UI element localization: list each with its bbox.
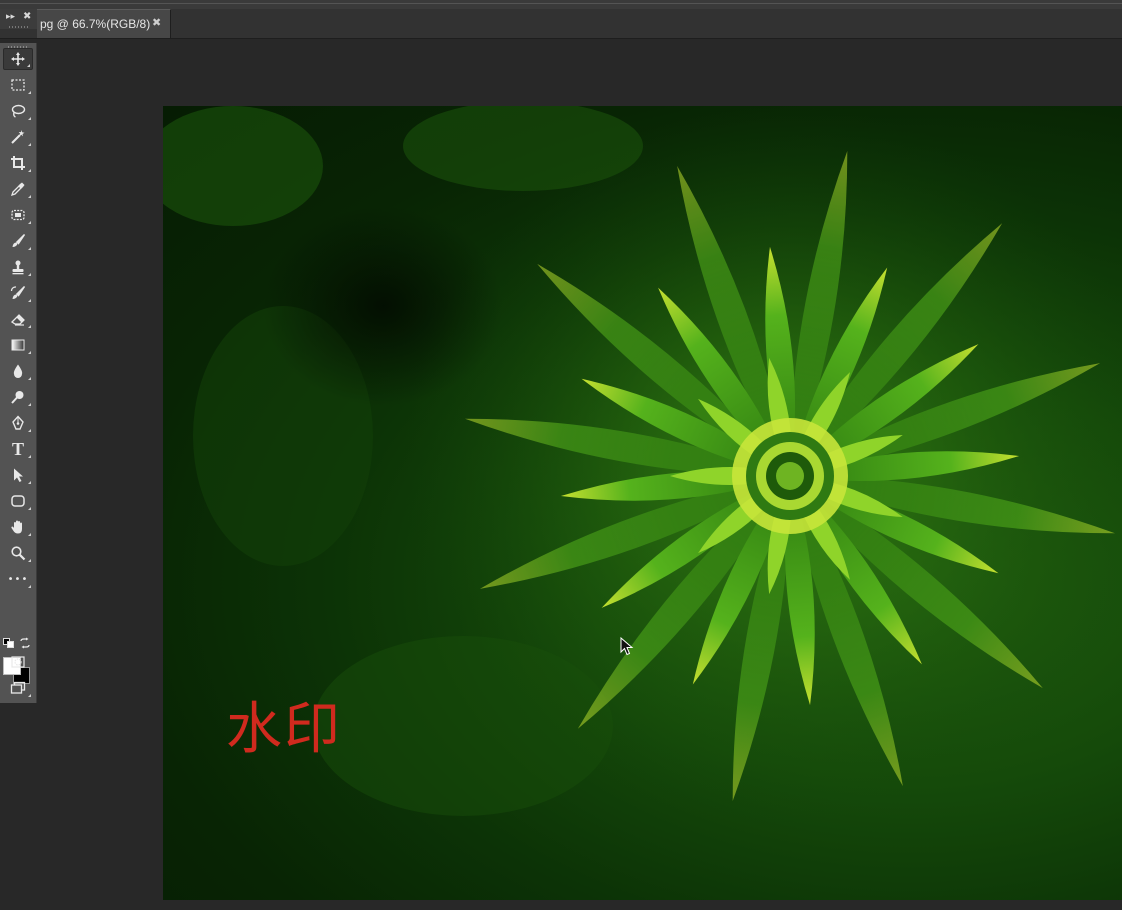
quick-mask-icon[interactable] bbox=[3, 651, 33, 673]
collapse-panel-icon[interactable]: ▸▸ bbox=[6, 12, 15, 22]
document-tab[interactable]: pg @ 66.7%(RGB/8) ✖ bbox=[37, 9, 171, 38]
type-tool-icon[interactable]: T bbox=[3, 438, 33, 460]
dodge-tool-icon[interactable] bbox=[3, 386, 33, 408]
document-tab-title: pg @ 66.7%(RGB/8) bbox=[40, 17, 151, 31]
lasso-tool-icon[interactable] bbox=[3, 100, 33, 122]
crop-tool-icon[interactable] bbox=[3, 152, 33, 174]
magic-wand-tool-icon[interactable] bbox=[3, 126, 33, 148]
panel-grip[interactable] bbox=[9, 26, 29, 28]
pen-tool-icon[interactable] bbox=[3, 412, 33, 434]
photoshop-window: ▸▸ ✖ pg @ 66.7%(RGB/8) ✖ T ••• 水印 bbox=[0, 0, 1122, 910]
zoom-tool-icon[interactable] bbox=[3, 542, 33, 564]
tools-panel: T ••• bbox=[0, 43, 37, 703]
edit-toolbar-icon[interactable]: ••• bbox=[3, 568, 33, 590]
close-document-icon[interactable]: ✖ bbox=[152, 16, 161, 29]
watermark-text[interactable]: 水印 bbox=[226, 702, 342, 758]
screen-mode-icon[interactable] bbox=[3, 677, 33, 699]
close-panel-icon[interactable]: ✖ bbox=[23, 11, 31, 22]
swap-colors-icon[interactable] bbox=[19, 637, 31, 649]
default-colors-icon[interactable] bbox=[3, 638, 15, 648]
blur-tool-icon[interactable] bbox=[3, 360, 33, 382]
brush-tool-icon[interactable] bbox=[3, 230, 33, 252]
rectangle-tool-icon[interactable] bbox=[3, 490, 33, 512]
fern-photo bbox=[163, 106, 1122, 826]
eyedropper-tool-icon[interactable] bbox=[3, 178, 33, 200]
clone-stamp-tool-icon[interactable] bbox=[3, 256, 33, 278]
move-tool-icon[interactable] bbox=[3, 48, 33, 70]
eraser-tool-icon[interactable] bbox=[3, 308, 33, 330]
path-selection-tool-icon[interactable] bbox=[3, 464, 33, 486]
edit-toolbar-glyph: ••• bbox=[7, 573, 29, 585]
type-tool-glyph: T bbox=[11, 439, 24, 459]
spot-healing-brush-tool-icon[interactable] bbox=[3, 204, 33, 226]
history-brush-tool-icon[interactable] bbox=[3, 282, 33, 304]
hand-tool-icon[interactable] bbox=[3, 516, 33, 538]
rectangular-marquee-tool-icon[interactable] bbox=[3, 74, 33, 96]
document-canvas[interactable]: 水印 bbox=[163, 106, 1122, 900]
tools-panel-header: ▸▸ ✖ bbox=[0, 9, 38, 29]
gradient-tool-icon[interactable] bbox=[3, 334, 33, 356]
